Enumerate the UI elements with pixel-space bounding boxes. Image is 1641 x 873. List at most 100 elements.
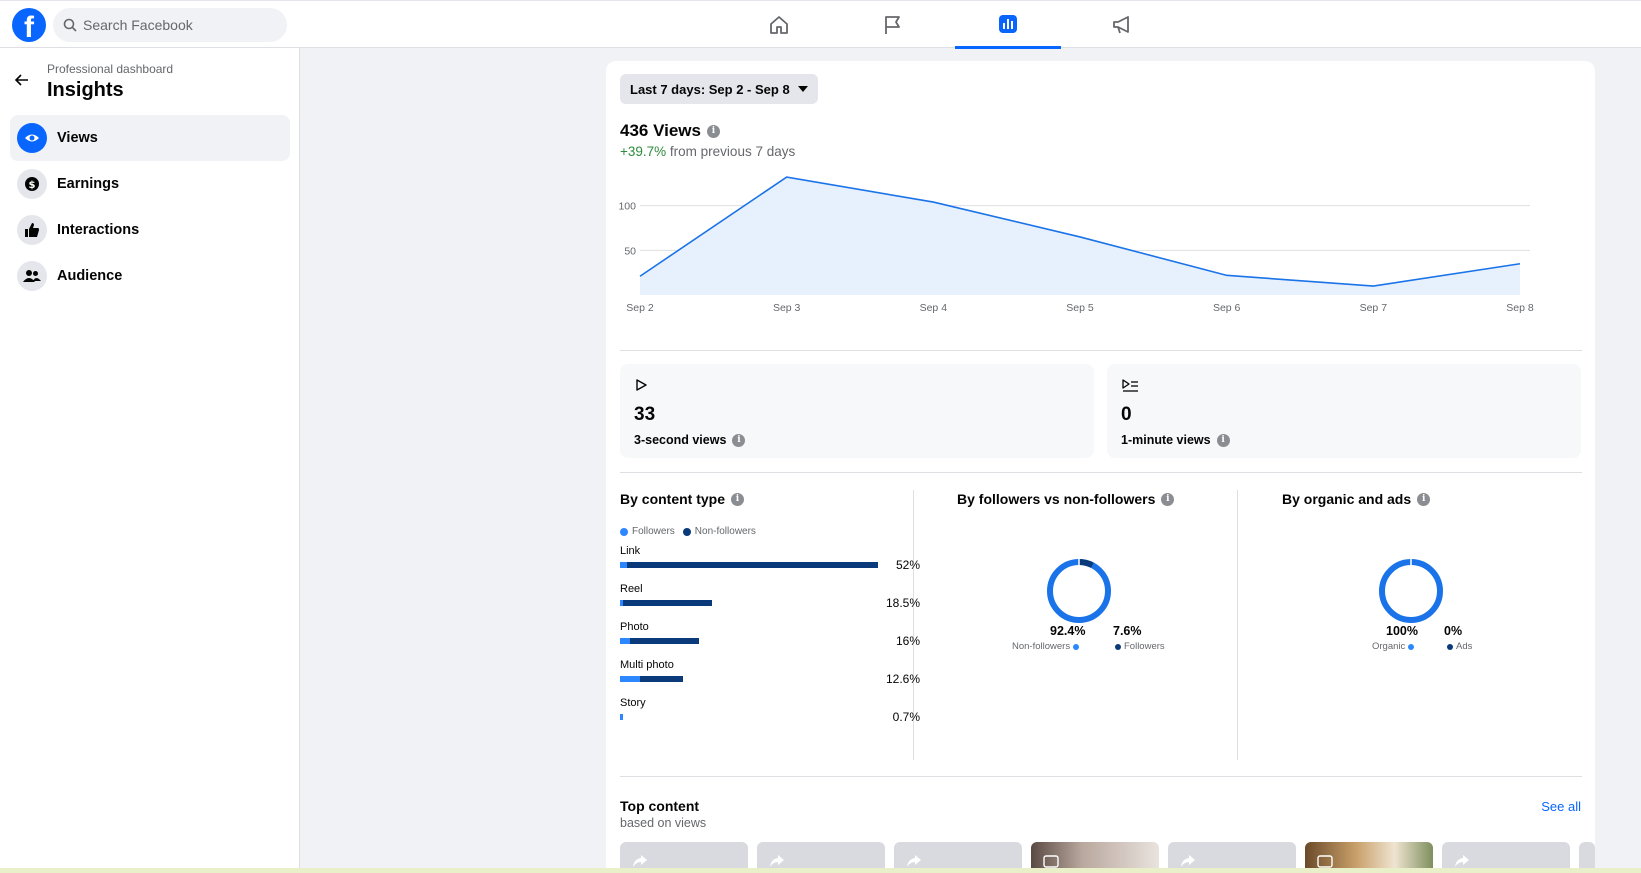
content-type-row: Link 52% bbox=[620, 545, 920, 577]
content-type-name: Photo bbox=[620, 621, 649, 633]
share-icon bbox=[633, 855, 647, 867]
donut-right-label-text: Followers bbox=[1124, 641, 1165, 652]
play-icon bbox=[636, 379, 647, 391]
breadcrumb[interactable]: Professional dashboard bbox=[47, 62, 173, 76]
donut-right-value: 7.6% bbox=[1113, 624, 1142, 638]
share-icon bbox=[1181, 855, 1195, 867]
donut-left-value: 100% bbox=[1386, 624, 1418, 638]
search-input[interactable] bbox=[83, 8, 273, 42]
donut-right-label: Ads bbox=[1447, 641, 1472, 652]
content-type-percent: 0.7% bbox=[892, 710, 920, 724]
donut-right-label-text: Ads bbox=[1456, 641, 1473, 652]
legend-dot bbox=[1073, 643, 1080, 650]
section-title-text: By content type bbox=[620, 491, 726, 507]
sidebar-item-audience[interactable]: Audience bbox=[10, 253, 290, 299]
x-tick-label: Sep 3 bbox=[773, 302, 801, 314]
stat-label-text: 3-second views bbox=[634, 433, 727, 447]
sidebar-item-interactions[interactable]: Interactions bbox=[10, 207, 290, 253]
back-button[interactable] bbox=[10, 68, 34, 92]
date-range-dropdown[interactable]: Last 7 days: Sep 2 - Sep 8 bbox=[620, 74, 818, 104]
donut-right-label: Followers bbox=[1115, 641, 1165, 652]
photo-icon bbox=[1043, 855, 1059, 868]
content-type-name: Story bbox=[620, 697, 646, 709]
area-fill bbox=[640, 177, 1520, 295]
thumbs-up-icon-wrap bbox=[17, 215, 47, 245]
page-title: Insights bbox=[47, 79, 124, 101]
share-icon bbox=[1455, 855, 1469, 867]
insights-icon bbox=[999, 14, 1017, 33]
legend-dot bbox=[1447, 643, 1453, 650]
svg-text:$: $ bbox=[29, 180, 36, 191]
info-icon[interactable]: i bbox=[706, 124, 720, 138]
sidebar-item-label: Views bbox=[57, 130, 98, 146]
change-text: from previous 7 days bbox=[666, 144, 796, 159]
info-icon[interactable]: i bbox=[1216, 433, 1230, 447]
thumbs-up-icon bbox=[25, 223, 39, 237]
content-type-title: By content type i bbox=[620, 491, 745, 507]
content-type-name: Link bbox=[620, 545, 641, 557]
sidebar-item-earnings[interactable]: $ Earnings bbox=[10, 161, 290, 207]
section-title-text: By organic and ads bbox=[1282, 491, 1412, 507]
caret-down-icon bbox=[797, 86, 808, 92]
donut-left-label-text: Non-followers bbox=[1012, 641, 1071, 652]
donut-left-label-text: Organic bbox=[1372, 641, 1406, 652]
views-line-chart: 50 100 Sep 2 Sep 3 Sep 4 Sep 5 Sep 6 Sep 7 Sep 8 bbox=[618, 176, 1534, 314]
donut-right-value: 0% bbox=[1444, 624, 1463, 638]
followers-bar-segment bbox=[620, 676, 640, 682]
top-content-title: Top content bbox=[620, 798, 700, 814]
non-followers-bar-segment bbox=[623, 600, 713, 606]
stat-label: 1-minute views i bbox=[1121, 433, 1230, 447]
followers-split-title: By followers vs non-followers i bbox=[957, 491, 1175, 507]
arrow-left-icon bbox=[14, 74, 28, 86]
photo-icon bbox=[1317, 855, 1333, 868]
non-followers-bar-segment bbox=[639, 676, 683, 682]
share-icon bbox=[770, 855, 784, 867]
insights-card: Last 7 days: Sep 2 - Sep 8 436 Views i +… bbox=[606, 61, 1595, 873]
donut-left-label: Non-followers bbox=[1012, 641, 1080, 652]
followers-donut bbox=[1047, 559, 1111, 623]
non-followers-bar-segment bbox=[627, 562, 878, 568]
donut-left-label: Organic bbox=[1372, 641, 1415, 652]
legend-label: Non-followers bbox=[694, 526, 756, 537]
section-title-text: By followers vs non-followers bbox=[957, 491, 1156, 507]
home-icon bbox=[770, 16, 788, 34]
y-tick-label: 100 bbox=[618, 201, 636, 213]
sidebar-item-label: Interactions bbox=[57, 222, 140, 238]
facebook-logo-icon[interactable]: f bbox=[12, 8, 46, 42]
views-total-value: 436 Views bbox=[620, 121, 701, 140]
sidebar-item-views[interactable]: Views bbox=[10, 115, 290, 161]
legend-dot bbox=[1408, 643, 1415, 650]
content-type-bar bbox=[620, 714, 624, 720]
search-box[interactable] bbox=[53, 8, 287, 42]
divider-vertical bbox=[1237, 490, 1238, 760]
content-type-bar bbox=[620, 638, 700, 644]
info-icon[interactable]: i bbox=[1417, 492, 1431, 506]
content-type-percent: 12.6% bbox=[885, 672, 920, 686]
tab-pages[interactable] bbox=[840, 1, 946, 49]
divider bbox=[620, 776, 1582, 777]
info-icon[interactable]: i bbox=[731, 492, 745, 506]
legend-dot bbox=[682, 527, 691, 536]
x-tick-label: Sep 2 bbox=[626, 302, 654, 314]
content-type-name: Multi photo bbox=[620, 659, 674, 671]
content-type-row: Photo 16% bbox=[620, 621, 920, 653]
top-bar: f bbox=[0, 0, 1641, 49]
tab-ads[interactable] bbox=[1069, 1, 1175, 49]
info-icon[interactable]: i bbox=[732, 433, 746, 447]
megaphone-icon bbox=[1113, 16, 1129, 34]
stat-label: 3-second views i bbox=[634, 433, 746, 447]
eye-icon bbox=[25, 134, 39, 142]
dollar-icon-wrap: $ bbox=[17, 169, 47, 199]
content-type-percent: 18.5% bbox=[885, 596, 920, 610]
stat-value: 0 bbox=[1121, 404, 1132, 425]
donut-segment-main bbox=[1047, 559, 1111, 623]
top-content-subtitle: based on views bbox=[620, 816, 707, 830]
tab-insights[interactable] bbox=[955, 1, 1061, 49]
followers-bar-segment bbox=[620, 638, 630, 644]
tab-home[interactable] bbox=[726, 1, 832, 49]
see-all-link[interactable]: See all bbox=[1541, 799, 1581, 814]
info-icon[interactable]: i bbox=[1161, 492, 1175, 506]
stat-value: 33 bbox=[634, 404, 656, 425]
divider bbox=[620, 350, 1582, 351]
sidebar: Professional dashboard Insights Views $ … bbox=[0, 48, 300, 873]
